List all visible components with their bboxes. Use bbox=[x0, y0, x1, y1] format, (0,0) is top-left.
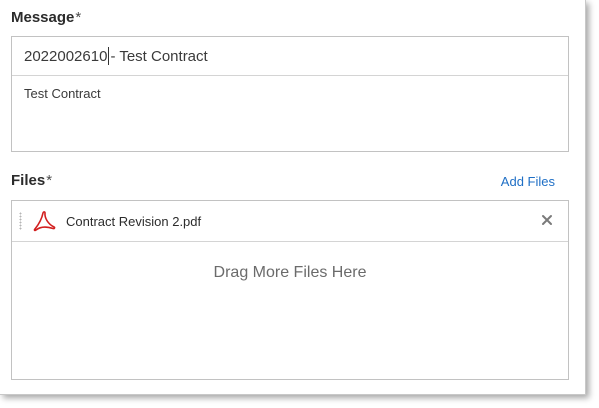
text-caret bbox=[108, 47, 110, 65]
remove-file-close-icon[interactable] bbox=[540, 213, 554, 227]
file-list-item[interactable]: Contract Revision 2.pdf bbox=[12, 201, 568, 242]
files-label: Files* bbox=[11, 172, 52, 189]
subject-input[interactable]: 2022002610 - Test Contract bbox=[12, 37, 568, 76]
pdf-icon bbox=[32, 210, 56, 232]
form-panel: Message* 2022002610 - Test Contract Test… bbox=[0, 0, 586, 395]
subject-text-after-caret: - Test Contract bbox=[110, 47, 208, 65]
message-box: 2022002610 - Test Contract Test Contract bbox=[11, 36, 569, 152]
message-required-mark: * bbox=[75, 9, 82, 26]
message-body-input[interactable]: Test Contract bbox=[12, 76, 568, 111]
files-label-text: Files bbox=[11, 172, 46, 189]
file-drop-zone[interactable]: Drag More Files Here bbox=[12, 242, 568, 379]
files-required-mark: * bbox=[46, 172, 53, 189]
message-label: Message* bbox=[11, 9, 81, 26]
pdf-icon-graphic bbox=[33, 211, 56, 232]
drag-handle-icon[interactable] bbox=[19, 212, 22, 230]
subject-text-before-caret: 2022002610 bbox=[24, 47, 108, 65]
file-name: Contract Revision 2.pdf bbox=[66, 213, 202, 229]
message-label-text: Message bbox=[11, 9, 75, 26]
message-body-text: Test Contract bbox=[24, 86, 101, 101]
files-box: Contract Revision 2.pdf Drag More Files … bbox=[11, 200, 569, 380]
add-files-link[interactable]: Add Files bbox=[501, 174, 555, 189]
drop-zone-text: Drag More Files Here bbox=[213, 264, 367, 281]
